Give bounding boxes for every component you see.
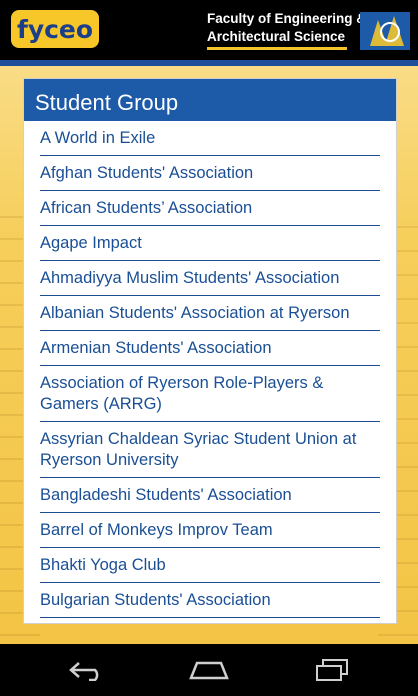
- back-button[interactable]: [65, 656, 109, 684]
- faculty-underline: [207, 47, 347, 50]
- recents-button[interactable]: [310, 656, 354, 684]
- fyceo-logo[interactable]: fyceo: [11, 10, 99, 48]
- list-item[interactable]: Agape Impact: [40, 226, 380, 261]
- list-item[interactable]: African Students’ Association: [40, 191, 380, 226]
- faculty-line-1: Faculty of Engineering &: [207, 11, 367, 26]
- faculty-line-2: Architectural Science: [207, 29, 346, 44]
- student-group-list[interactable]: A World in Exile Afghan Students' Associ…: [24, 121, 396, 621]
- recents-icon: [316, 659, 348, 681]
- list-item[interactable]: A World in Exile: [40, 121, 380, 156]
- home-button[interactable]: [187, 656, 231, 684]
- list-item[interactable]: Association of Ryerson Role-Players & Ga…: [40, 366, 380, 422]
- logo-text: fyceo: [16, 14, 94, 44]
- system-nav-bar: [0, 644, 418, 696]
- student-group-card: Student Group A World in Exile Afghan St…: [23, 78, 397, 624]
- list-item[interactable]: Bhakti Yoga Club: [40, 548, 380, 583]
- back-icon: [69, 662, 99, 681]
- list-item[interactable]: Assyrian Chaldean Syriac Student Union a…: [40, 422, 380, 478]
- app-header: fyceo Faculty of Engineering & Architect…: [0, 0, 418, 60]
- list-item[interactable]: Ahmadiyya Muslim Students' Association: [40, 261, 380, 296]
- list-item[interactable]: Bulgarian Students' Association: [40, 583, 380, 618]
- card-title: Student Group: [24, 79, 396, 121]
- list-item[interactable]: Albanian Students' Association at Ryerso…: [40, 296, 380, 331]
- faculty-crest-icon: [360, 12, 410, 50]
- list-item[interactable]: Barrel of Monkeys Improv Team: [40, 513, 380, 548]
- home-icon: [189, 661, 229, 680]
- list-item[interactable]: Bangladeshi Students' Association: [40, 478, 380, 513]
- list-item[interactable]: Armenian Students' Association: [40, 331, 380, 366]
- list-item[interactable]: Afghan Students' Association: [40, 156, 380, 191]
- faculty-title: Faculty of Engineering & Architectural S…: [207, 10, 367, 46]
